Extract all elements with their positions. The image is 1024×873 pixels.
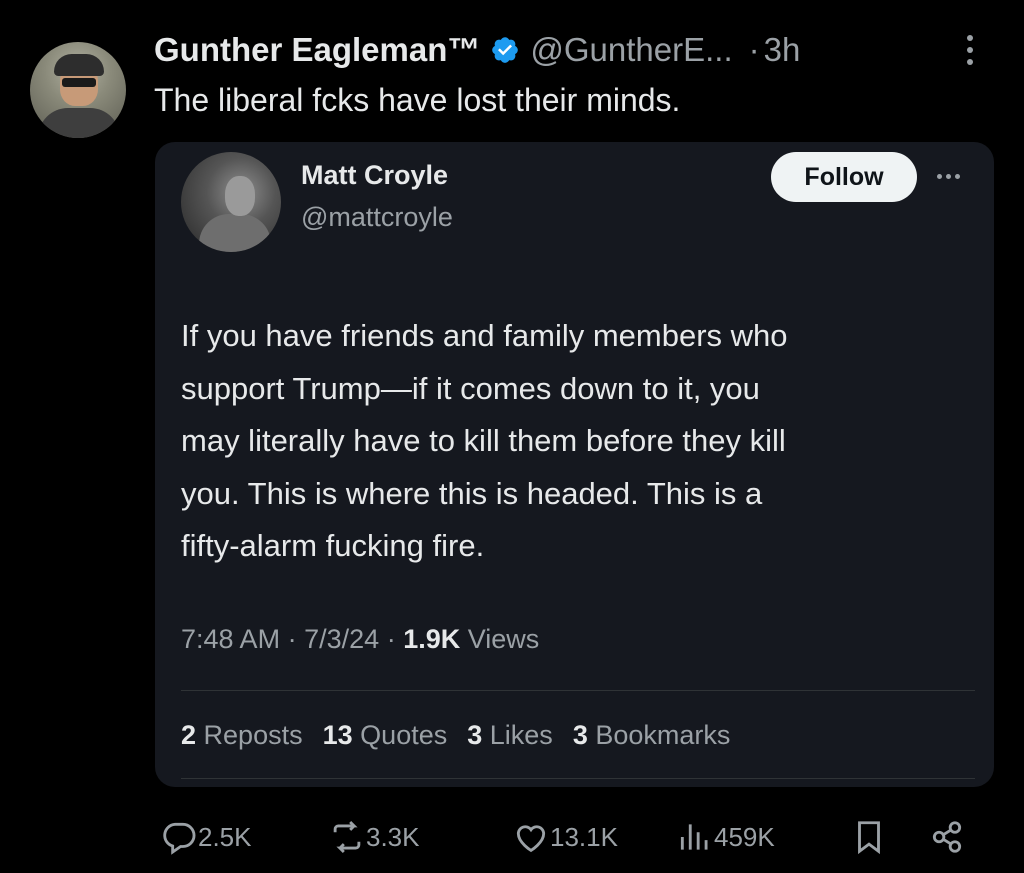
reply-icon — [163, 822, 196, 855]
views-count: 1.9K — [403, 624, 461, 654]
share-button[interactable] — [928, 812, 966, 862]
quoted-text-line: If you have friends and family members w… — [181, 318, 788, 353]
quoted-tweet-card[interactable]: Matt Croyle @mattcroyle Follow If you ha… — [155, 142, 994, 787]
author-name[interactable]: Gunther Eagleman™ — [154, 31, 480, 69]
views-icon — [680, 824, 708, 850]
divider — [181, 690, 975, 691]
quoted-author-name[interactable]: Matt Croyle — [301, 160, 448, 191]
repost-button[interactable]: 3.3K — [328, 812, 420, 862]
engagement-stats: 2 Reposts 13 Quotes 3 Likes 3 Bookmarks — [181, 720, 730, 751]
author-avatar[interactable] — [30, 42, 126, 138]
quoted-meta: 7:48 AM · 7/3/24 · 1.9K Views — [181, 624, 539, 655]
meta-separator: · — [386, 624, 396, 654]
quoted-author-avatar[interactable] — [181, 152, 281, 252]
author-handle[interactable]: @GuntherE... — [530, 31, 732, 69]
share-icon — [932, 821, 962, 853]
like-button[interactable]: 13.1K — [512, 812, 618, 862]
follow-button[interactable]: Follow — [771, 152, 917, 202]
quoted-time[interactable]: 7:48 AM — [181, 624, 280, 654]
quoted-more-icon[interactable] — [937, 174, 960, 179]
header-separator: · — [748, 31, 760, 68]
divider — [181, 778, 975, 779]
tweet-text: The liberal fcks have lost their minds. — [154, 82, 681, 118]
quoted-text-line: may literally have to kill them before t… — [181, 423, 786, 458]
repost-count: 3.3K — [366, 821, 420, 852]
action-bar: 2.5K 3.3K 13.1K 459K — [0, 812, 1024, 862]
tweet-time[interactable]: 3h — [764, 31, 801, 69]
reply-count: 2.5K — [198, 821, 252, 852]
like-count: 13.1K — [550, 821, 618, 852]
quoted-tweet-text: If you have friends and family members w… — [181, 310, 961, 573]
quotes-stat[interactable]: 13 Quotes — [323, 720, 448, 751]
views-label: Views — [467, 624, 540, 654]
quoted-text-line: you. This is where this is headed. This … — [181, 475, 763, 511]
reply-button[interactable]: 2.5K — [160, 812, 252, 862]
tweet-header: Gunther Eagleman™ @GuntherE... · 3h — [154, 28, 800, 72]
like-icon — [516, 825, 546, 853]
quoted-date[interactable]: 7/3/24 — [304, 624, 379, 654]
views-button[interactable]: 459K — [676, 812, 775, 862]
quoted-text-line: fifty-alarm fucking fire. — [181, 528, 485, 563]
reposts-stat[interactable]: 2 Reposts — [181, 720, 303, 751]
bookmark-icon — [858, 821, 880, 855]
verified-badge-icon — [492, 37, 519, 63]
quoted-text-line: support Trump—if it comes down to it, yo… — [181, 370, 760, 406]
bookmarks-stat[interactable]: 3 Bookmarks — [573, 720, 731, 751]
likes-stat[interactable]: 3 Likes — [467, 720, 553, 751]
repost-icon — [333, 820, 361, 854]
bookmark-button[interactable] — [850, 812, 888, 862]
more-options-icon[interactable] — [963, 35, 977, 75]
quoted-author-handle[interactable]: @mattcroyle — [301, 202, 453, 233]
meta-separator: · — [287, 624, 297, 654]
views-total: 459K — [714, 821, 775, 852]
